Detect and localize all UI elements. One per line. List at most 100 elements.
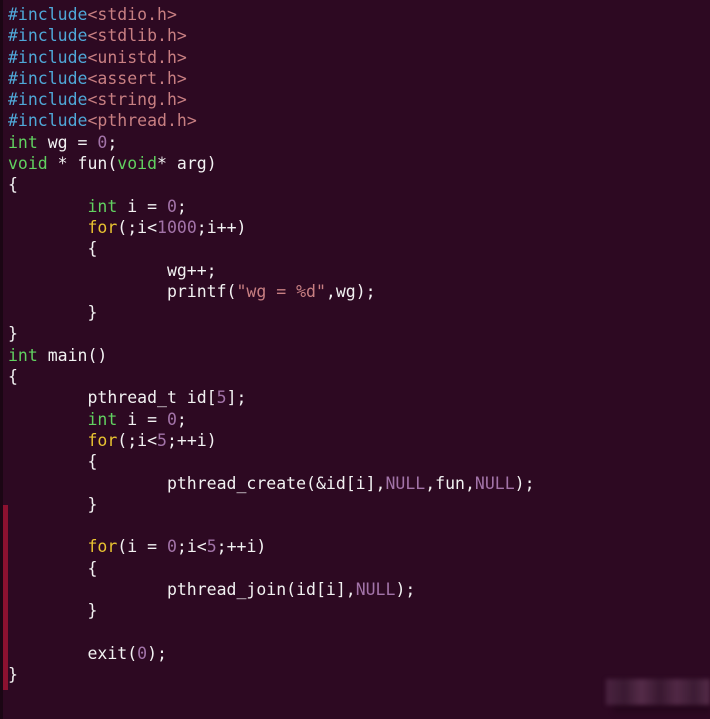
code-token-kw: int — [87, 409, 118, 429]
code-token-hdr: <unistd.h> — [87, 47, 187, 67]
code-token-plain: main() — [37, 345, 108, 365]
code-token-plain: ;i++) — [196, 217, 247, 237]
code-token-num: 0 — [166, 409, 177, 429]
code-line: pthread_t id[5]; — [8, 387, 710, 408]
code-line: { — [8, 366, 710, 387]
code-token-hdr: <string.h> — [87, 90, 187, 110]
code-line: exit(0); — [8, 643, 710, 664]
code-token-plain: (;i< — [117, 430, 158, 450]
blurred-watermark — [606, 679, 710, 705]
code-editor-window: #include<stdio.h> #include<stdlib.h> #incl… — [0, 0, 710, 719]
code-token-plain: } — [8, 494, 98, 514]
code-token-plain: } — [8, 303, 98, 323]
code-token-plain: wg = — [37, 132, 98, 152]
code-line: int i = 0; — [8, 409, 710, 430]
code-token-plain: } — [8, 601, 98, 621]
code-token-num: 0 — [97, 132, 108, 152]
code-line: #include<unistd.h> — [8, 47, 710, 68]
code-token-plain: ]; — [226, 388, 247, 408]
code-token-plain: ;++i) — [216, 537, 267, 557]
code-line: { — [8, 451, 710, 472]
code-token-ctl: for — [87, 217, 118, 237]
code-token-num: NULL — [355, 580, 396, 600]
code-token-plain: pthread_t id[ — [8, 388, 217, 408]
code-line: #include<stdlib.h> — [8, 25, 710, 46]
code-token-str: "wg = %d" — [236, 281, 326, 301]
code-token-plain: ); — [514, 473, 535, 493]
code-line: int i = 0; — [8, 196, 710, 217]
code-token-num: 1000 — [157, 217, 197, 237]
code-line: wg++; — [8, 260, 710, 281]
code-token-plain: * fun( — [47, 154, 118, 174]
code-line: int wg = 0; — [8, 132, 710, 153]
code-token-plain: exit( — [8, 643, 138, 663]
code-line: for(;i<1000;i++) — [8, 217, 710, 238]
code-token-plain: { — [8, 175, 18, 195]
code-token-plain: { — [8, 239, 98, 259]
code-token-plain: pthread_join(id[i], — [8, 580, 356, 600]
code-token-kw: int — [87, 196, 118, 216]
code-line: #include<assert.h> — [8, 68, 710, 89]
code-token-plain: ); — [395, 580, 416, 600]
code-token-pre: #include — [8, 5, 88, 24]
code-token-plain: pthread_create(&id[i], — [8, 473, 386, 493]
code-token-hdr: <stdio.h> — [87, 5, 177, 24]
code-token-plain: printf( — [8, 281, 237, 301]
code-token-hdr: <assert.h> — [87, 68, 187, 88]
code-token-pre: #include — [8, 47, 88, 67]
code-token-num: 0 — [166, 196, 177, 216]
code-line: for(i = 0;i<5;++i) — [8, 536, 710, 557]
code-line: for(;i<5;++i) — [8, 430, 710, 451]
code-line: printf("wg = %d",wg); — [8, 281, 710, 302]
code-token-plain: i = — [117, 409, 167, 429]
code-token-plain: i = — [117, 196, 167, 216]
code-token-num: 5 — [216, 388, 227, 408]
code-token-plain: (i = — [117, 537, 167, 557]
code-token-hdr: <pthread.h> — [87, 111, 197, 131]
code-line: } — [8, 302, 710, 323]
code-line: #include<stdio.h> — [8, 4, 710, 25]
code-line: void * fun(void* arg) — [8, 153, 710, 174]
code-token-plain: ; — [176, 196, 187, 216]
code-line: } — [8, 323, 710, 344]
code-token-ctl: for — [87, 537, 118, 557]
code-token-kw: void — [117, 154, 158, 174]
code-token-plain: wg++; — [8, 260, 217, 280]
code-token-plain: * arg) — [157, 154, 217, 174]
code-line: { — [8, 174, 710, 195]
code-line: pthread_join(id[i],NULL); — [8, 579, 710, 600]
code-token-plain: ,fun, — [425, 473, 475, 493]
code-line: int main() — [8, 345, 710, 366]
code-token-plain: ,wg); — [325, 281, 376, 301]
code-line: #include<pthread.h> — [8, 110, 710, 131]
code-token-kw: int — [8, 345, 38, 365]
code-token-plain: ; — [176, 409, 187, 429]
code-line: pthread_create(&id[i],NULL,fun,NULL); — [8, 473, 710, 494]
code-token-num: NULL — [385, 473, 426, 493]
code-token-kw: void — [8, 154, 48, 174]
code-token-plain: ); — [147, 643, 167, 663]
code-token-num: 5 — [206, 537, 217, 557]
code-line: { — [8, 558, 710, 579]
code-token-num: 0 — [137, 643, 148, 663]
code-token-plain: ;i< — [176, 537, 207, 557]
code-token-plain: (;i< — [117, 217, 158, 237]
code-token-kw: int — [8, 132, 38, 152]
code-token-pre: #include — [8, 90, 88, 110]
source-code-view[interactable]: #include<stdio.h> #include<stdlib.h> #incl… — [8, 4, 710, 719]
code-token-num: 5 — [157, 430, 167, 450]
code-token-pre: #include — [8, 26, 88, 46]
code-token-ctl: for — [87, 430, 118, 450]
code-token-plain: { — [8, 452, 98, 472]
code-token-plain: ;++i) — [166, 430, 217, 450]
code-token-num: 0 — [166, 537, 177, 557]
code-line: { — [8, 238, 710, 259]
code-token-plain: ; — [107, 132, 118, 152]
code-line: } — [8, 494, 710, 515]
